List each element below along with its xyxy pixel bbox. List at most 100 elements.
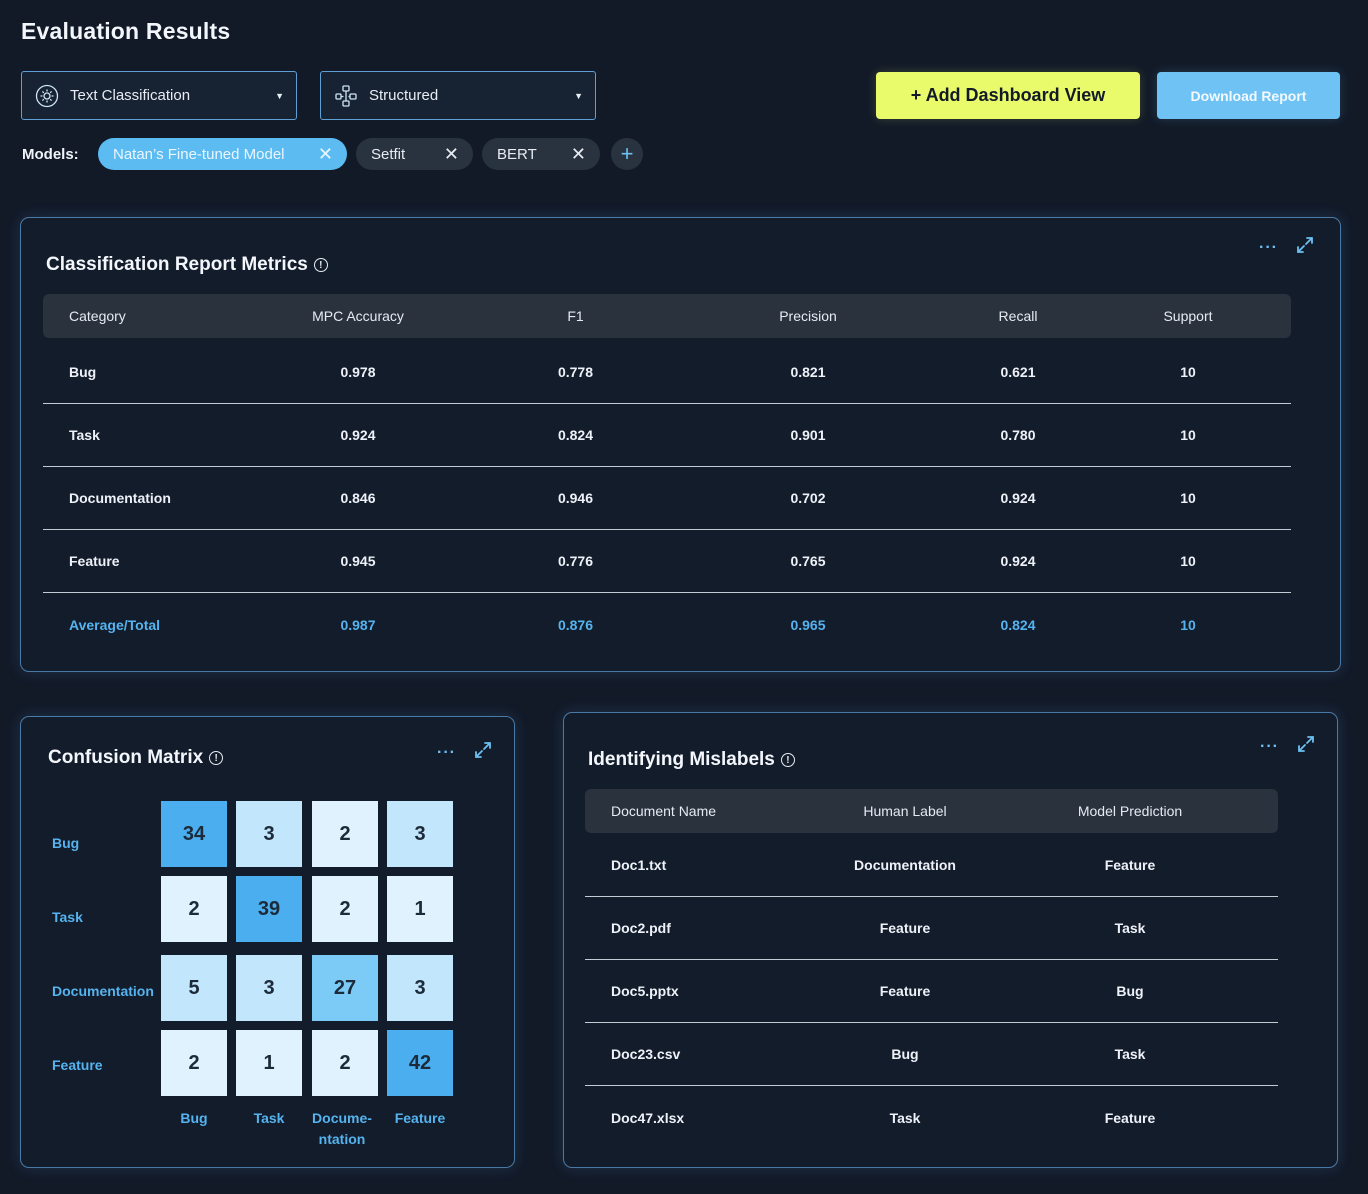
table-cell: 0.765 [790,553,826,569]
panel-tools: ··· [1259,236,1314,259]
matrix-cell[interactable]: 3 [387,955,453,1021]
matrix-cell[interactable]: 3 [387,801,453,867]
table-cell: Feature [1104,857,1156,873]
panel-tools: ··· [1260,735,1315,758]
table-row[interactable]: Doc23.csv Bug Task [585,1023,1278,1086]
table-cell: 0.924 [340,427,376,443]
close-icon[interactable]: ✕ [571,145,586,163]
gear-circle-icon [34,83,60,109]
column-header: Model Prediction [1077,803,1183,819]
table-cell: Average/Total [69,616,161,633]
table-cell: Doc23.csv [611,1046,681,1062]
matrix-cell[interactable]: 2 [161,876,227,942]
confusion-matrix-panel: Confusion Matrix ! ··· Bug Task Document… [20,716,515,1168]
table-cell: 0.824 [557,427,594,443]
table-row[interactable]: Bug 0.978 0.778 0.821 0.621 10 [43,341,1291,404]
table-cell: Bug [891,1046,919,1062]
table-cell: Doc5.pptx [611,983,679,999]
matrix-cell[interactable]: 34 [161,801,227,867]
table-row[interactable]: Task 0.924 0.824 0.901 0.780 10 [43,404,1291,467]
data-type-label: Structured [369,87,439,104]
download-report-button[interactable]: Download Report [1157,72,1340,119]
table-row[interactable]: Doc2.pdf Feature Task [585,897,1278,960]
table-cell: 0.924 [1000,553,1036,569]
column-header: F1 [567,308,584,324]
matrix-col-label: Feature [394,1110,446,1126]
table-cell: 0.702 [790,490,826,506]
table-cell: 0.776 [557,553,594,569]
matrix-cell[interactable]: 1 [387,876,453,942]
data-type-dropdown[interactable]: Structured ▼ [320,71,596,120]
mislabels-title: Identifying Mislabels [588,749,775,770]
add-dashboard-view-button[interactable]: + Add Dashboard View [876,72,1140,119]
models-label: Models: [22,146,79,163]
table-cell: Documentation [854,857,956,873]
matrix-cell[interactable]: 3 [236,801,302,867]
table-cell: Task [1114,1046,1146,1062]
table-cell: 0.780 [1000,427,1036,443]
matrix-col-label: Bug [180,1110,208,1126]
table-row-total[interactable]: Average/Total 0.987 0.876 0.965 0.824 10 [43,593,1291,656]
more-options-icon[interactable]: ··· [1260,738,1279,756]
more-options-icon[interactable]: ··· [437,744,456,762]
info-icon[interactable]: ! [780,753,795,767]
matrix-cell[interactable]: 42 [387,1030,453,1096]
table-cell: 10 [1180,364,1196,380]
expand-icon[interactable] [474,741,492,764]
table-row[interactable]: Doc1.txt Documentation Feature [585,834,1278,897]
model-chip[interactable]: Natan’s Fine-tuned Model ✕ [98,138,347,170]
table-cell: 10 [1180,490,1196,506]
column-header: MPC Accuracy [312,308,404,324]
matrix-cell[interactable]: 27 [312,955,378,1021]
confusion-matrix-title: Confusion Matrix [48,747,204,768]
matrix-cell[interactable]: 2 [312,801,378,867]
more-options-icon[interactable]: ··· [1259,239,1278,257]
model-chip[interactable]: Setfit ✕ [356,138,473,170]
expand-icon[interactable] [1297,735,1315,758]
table-cell: 0.846 [340,490,376,506]
add-model-button[interactable]: + [611,138,643,170]
mislabels-panel: Identifying Mislabels ! ··· Document Nam… [563,712,1338,1168]
panel-title: Classification Report Metrics ! [46,254,328,276]
matrix-row-label: Feature [52,1057,103,1073]
matrix-cell[interactable]: 2 [312,876,378,942]
matrix-col-label: Task [253,1110,285,1126]
model-chip-label: Natan’s Fine-tuned Model [113,145,285,163]
matrix-cell[interactable]: 5 [161,955,227,1021]
expand-icon[interactable] [1296,236,1314,259]
table-cell: 0.621 [1000,364,1036,380]
table-cell: 0.965 [790,616,826,633]
column-header: Category [69,308,126,324]
close-icon[interactable]: ✕ [444,145,459,163]
chevron-down-icon: ▼ [275,90,284,101]
task-type-dropdown[interactable]: Text Classification ▼ [21,71,297,120]
info-icon[interactable]: ! [209,751,224,765]
table-cell: Task [1114,920,1146,936]
matrix-cell[interactable]: 2 [312,1030,378,1096]
model-chip-label: BERT [497,145,537,163]
close-icon[interactable]: ✕ [318,145,333,163]
matrix-cell[interactable]: 1 [236,1030,302,1096]
chevron-down-icon: ▼ [574,90,583,101]
matrix-cell[interactable]: 3 [236,955,302,1021]
classification-report-table: Category MPC Accuracy F1 Precision Recal… [43,294,1291,656]
table-row[interactable]: Documentation 0.846 0.946 0.702 0.924 10 [43,467,1291,530]
table-cell: Bug [1116,983,1144,999]
info-icon[interactable]: ! [313,258,328,272]
table-cell: 0.987 [340,616,376,633]
table-row[interactable]: Doc5.pptx Feature Bug [585,960,1278,1023]
table-row[interactable]: Doc47.xlsx Task Feature [585,1086,1278,1149]
table-cell: 0.824 [1000,616,1036,633]
panel-tools: ··· [437,741,492,764]
model-chip[interactable]: BERT ✕ [482,138,600,170]
matrix-col-label: Docume- ntation [312,1110,372,1147]
table-cell: 0.821 [790,364,826,380]
table-cell: Task [889,1109,921,1126]
matrix-cell[interactable]: 39 [236,876,302,942]
table-cell: 0.924 [1000,490,1036,506]
table-row[interactable]: Feature 0.945 0.776 0.765 0.924 10 [43,530,1291,593]
column-header: Support [1163,308,1213,324]
column-header: Document Name [611,803,717,819]
matrix-cell[interactable]: 2 [161,1030,227,1096]
table-cell: 10 [1180,616,1196,633]
